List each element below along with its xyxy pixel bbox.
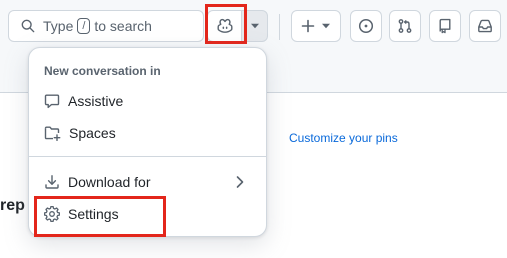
menu-item-label: Download for xyxy=(68,174,151,190)
issue-opened-icon xyxy=(358,18,374,34)
menu-item-spaces[interactable]: Spaces xyxy=(36,118,259,148)
download-icon xyxy=(45,175,59,189)
plus-icon xyxy=(301,19,315,33)
search-placeholder-before: Type xyxy=(43,18,74,34)
search-placeholder: Type / to search xyxy=(43,18,152,34)
triangle-down-icon xyxy=(250,23,259,29)
menu-section-heading: New conversation in xyxy=(44,64,161,78)
copilot-split-button xyxy=(207,10,268,42)
gear-icon xyxy=(44,206,60,222)
copilot-icon xyxy=(217,18,232,33)
inbox-icon xyxy=(478,19,492,33)
copilot-button[interactable] xyxy=(207,10,241,42)
menu-item-label: Settings xyxy=(68,206,119,222)
comment-icon xyxy=(44,94,60,109)
search-input[interactable]: Type / to search xyxy=(8,10,204,42)
menu-item-label: Spaces xyxy=(69,125,116,141)
pull-requests-button[interactable] xyxy=(389,10,421,42)
inbox-button[interactable] xyxy=(469,10,501,42)
folder-plus-icon xyxy=(44,126,61,141)
menu-divider xyxy=(29,156,266,157)
menu-item-assistive[interactable]: Assistive xyxy=(36,86,259,116)
menu-item-label: Assistive xyxy=(68,93,124,109)
issues-button[interactable] xyxy=(350,10,382,42)
copilot-dropdown-menu: New conversation in Assistive Spaces Dow… xyxy=(28,47,267,237)
chevron-right-icon xyxy=(236,176,244,188)
menu-item-download-for[interactable]: Download for xyxy=(36,167,259,197)
triangle-down-icon xyxy=(322,23,330,29)
copilot-menu-toggle[interactable] xyxy=(241,10,268,42)
search-placeholder-after: to search xyxy=(94,18,152,34)
git-pull-request-icon xyxy=(398,19,412,33)
customize-pins-link[interactable]: Customize your pins xyxy=(289,131,398,145)
search-icon xyxy=(21,19,35,33)
menu-item-settings[interactable]: Settings xyxy=(36,199,259,229)
header-divider xyxy=(279,14,280,40)
repo-icon xyxy=(439,18,451,34)
section-heading-fragment: rep xyxy=(0,197,25,214)
slash-shortcut-key: / xyxy=(77,18,91,34)
create-new-button[interactable] xyxy=(291,10,341,42)
repositories-button[interactable] xyxy=(429,10,461,42)
